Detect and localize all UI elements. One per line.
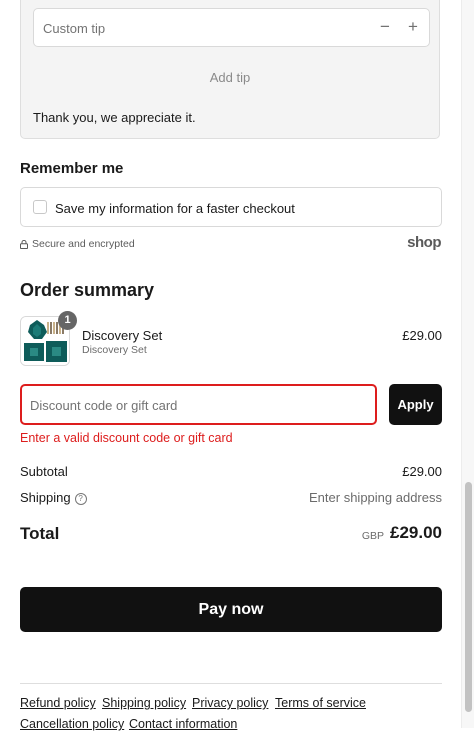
total-currency: GBP [361,530,384,542]
secure-notice: Secure and encrypted [20,238,135,250]
custom-tip-field[interactable]: Custom tip − + [33,8,430,47]
refund-policy-link[interactable]: Refund policy [20,696,96,710]
tip-thanks-text: Thank you, we appreciate it. [33,110,196,125]
total-label: Total [20,524,60,543]
lock-icon [20,239,28,249]
save-info-checkbox[interactable] [33,200,47,214]
order-summary-heading: Order summary [20,280,155,300]
shipping-label: Shipping [20,490,71,505]
quantity-badge: 1 [58,311,77,330]
discount-code-input[interactable]: Discount code or gift card [20,384,377,425]
privacy-policy-link[interactable]: Privacy policy [192,696,268,710]
footer-divider [20,683,442,684]
product-name: Discovery Set [82,328,163,343]
product-price: £29.00 [402,328,442,343]
apply-discount-button[interactable]: Apply [389,384,442,425]
add-tip-button[interactable]: Add tip [21,70,439,85]
shipping-help-icon[interactable]: ? [74,493,87,505]
cancellation-policy-link[interactable]: Cancellation policy [20,717,124,731]
discount-placeholder: Discount code or gift card [30,398,178,413]
save-info-option[interactable]: Save my information for a faster checkou… [20,187,442,227]
shop-logo: shop [407,234,441,251]
pay-now-button[interactable]: Pay now [20,587,442,632]
shipping-value: Enter shipping address [309,490,442,505]
scrollbar-thumb[interactable] [465,482,472,712]
shipping-policy-link[interactable]: Shipping policy [102,696,186,710]
product-variant: Discovery Set [82,344,147,356]
discount-error-message: Enter a valid discount code or gift card [20,431,233,445]
shipping-row: Shipping? [20,490,87,505]
secure-text: Secure and encrypted [32,238,135,250]
contact-information-link[interactable]: Contact information [129,717,237,731]
subtotal-label: Subtotal [20,464,68,479]
remember-me-heading: Remember me [20,160,124,177]
subtotal-value: £29.00 [402,464,442,479]
tip-panel: Custom tip − + Add tip Thank you, we app… [20,0,440,139]
decrease-tip-button[interactable]: − [375,17,395,37]
save-info-label[interactable]: Save my information for a faster checkou… [55,201,295,216]
custom-tip-placeholder: Custom tip [43,21,106,36]
total-value: £29.00 [390,523,442,542]
increase-tip-button[interactable]: + [403,17,423,37]
terms-of-service-link[interactable]: Terms of service [275,696,366,710]
